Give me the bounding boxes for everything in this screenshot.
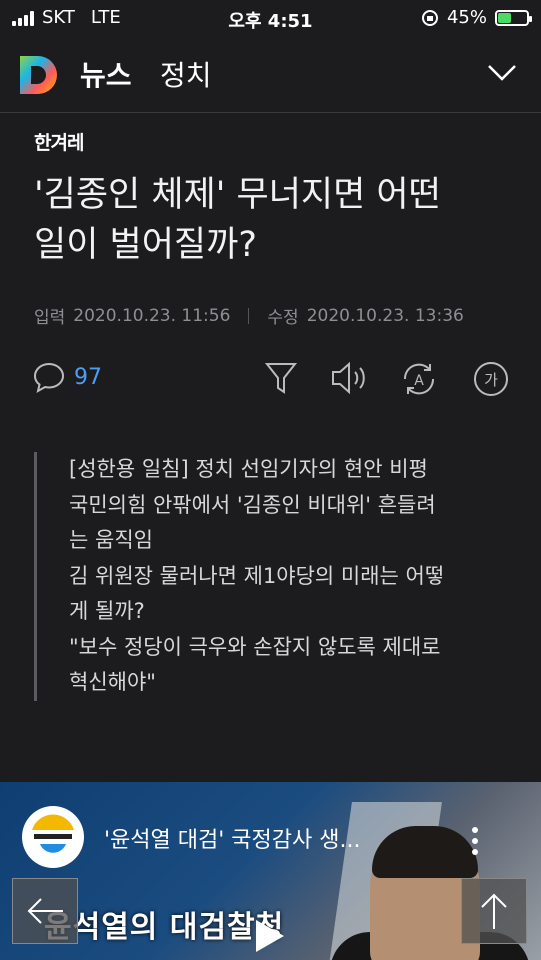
input-label: 입력	[34, 308, 66, 328]
battery-percent: 45%	[446, 7, 487, 28]
battery-icon	[495, 9, 532, 26]
summary-line: 국민의힘 안팎에서 '김종인 비대위' 흔들려	[69, 492, 436, 517]
scroll-top-button[interactable]	[461, 878, 527, 944]
app-title[interactable]: 뉴스	[80, 54, 132, 94]
arrow-up-icon	[481, 893, 507, 929]
headline-line: 일이 벌어질까?	[34, 225, 257, 265]
input-date: 2020.10.23. 11:56	[73, 305, 231, 326]
summary-line: "보수 정당이 극우와 손잡지 않도록 제대로	[69, 634, 441, 659]
daum-logo[interactable]	[18, 54, 60, 96]
edit-date: 2020.10.23. 13:36	[306, 305, 464, 326]
article-meta: 입력 2020.10.23. 11:56 수정 2020.10.23. 13:3…	[34, 303, 464, 329]
more-options-icon[interactable]	[470, 826, 480, 856]
speaker-icon[interactable]	[330, 360, 368, 396]
summary-line: 혁신해야"	[69, 670, 156, 694]
summary-line: 김 위원장 물러나면 제1야당의 미래는 어떻	[69, 563, 445, 588]
back-button[interactable]	[12, 878, 78, 944]
section-name[interactable]: 정치	[160, 54, 212, 94]
video-player[interactable]: '윤석열 대검' 국정감사 생... 윤석열의 대검찰청	[0, 782, 541, 960]
orientation-lock-icon	[421, 9, 438, 26]
article-summary: [성한용 일침] 정치 선임기자의 현안 비평 국민의힘 안팎에서 '김종인 비…	[34, 452, 504, 701]
summary-line: [성한용 일침] 정치 선임기자의 현안 비평	[69, 457, 428, 481]
headline-line: '김종인 체제' 무너지면 어떤	[34, 175, 441, 215]
comments-button[interactable]: 97	[32, 360, 102, 394]
translate-icon-letter: A	[414, 373, 424, 389]
comment-icon	[33, 362, 65, 394]
filter-icon[interactable]	[264, 360, 298, 396]
translate-button[interactable]: A	[400, 360, 438, 402]
arrow-left-icon	[27, 898, 63, 924]
app-header: 뉴스 정치	[0, 36, 541, 113]
chevron-down-icon[interactable]	[487, 64, 517, 82]
translate-icon: A	[403, 363, 435, 395]
font-size-icon: 가	[474, 362, 508, 396]
font-size-icon-label: 가	[484, 371, 498, 389]
font-size-button[interactable]: 가	[472, 360, 510, 402]
summary-line: 게 될까?	[69, 599, 145, 623]
video-title[interactable]: '윤석열 대검' 국정감사 생...	[104, 822, 360, 854]
divider	[248, 307, 250, 324]
channel-logo-icon	[24, 808, 82, 866]
status-bar: SKT LTE 오후 4:51 45%	[0, 0, 541, 36]
comment-count: 97	[74, 364, 102, 390]
article-toolbar: 97 A 가	[0, 360, 541, 400]
article-headline: '김종인 체제' 무너지면 어떤 일이 벌어질까?	[34, 170, 504, 270]
press-logo[interactable]: 한겨레	[34, 128, 84, 155]
channel-logo[interactable]	[22, 806, 84, 868]
edit-label: 수정	[267, 308, 299, 328]
summary-line: 는 움직임	[69, 528, 153, 552]
play-icon[interactable]	[246, 914, 290, 958]
